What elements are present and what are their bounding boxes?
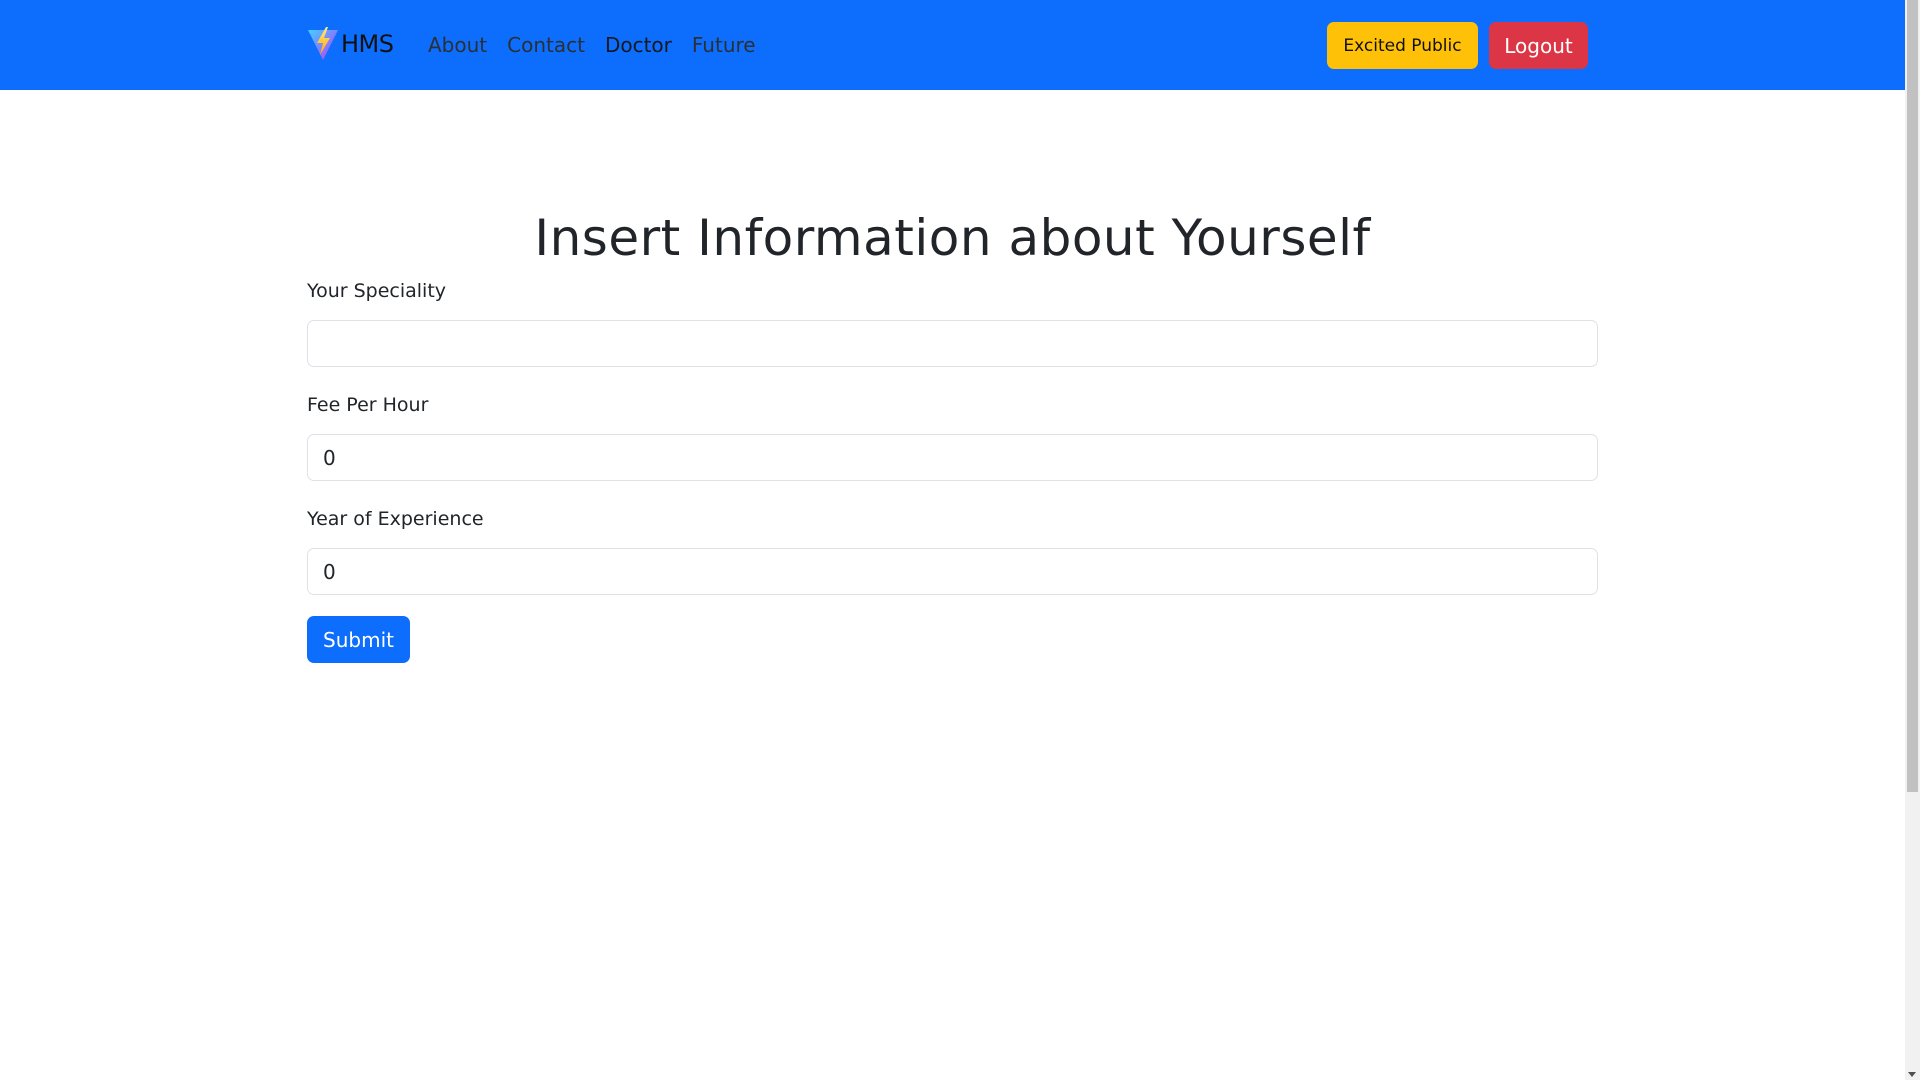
scroll-down-arrow-icon[interactable] <box>1908 1072 1916 1077</box>
page-title: Insert Information about Yourself <box>534 209 1371 267</box>
user-button[interactable]: Excited Public <box>1327 22 1478 69</box>
brand-text: HMS <box>341 30 394 58</box>
nav-link-contact[interactable]: Contact <box>497 33 595 57</box>
lightning-bolt-icon <box>307 27 339 61</box>
brand-logo-link[interactable]: HMS <box>307 26 394 62</box>
nav-links: About Contact Doctor Future <box>418 28 766 62</box>
submit-button[interactable]: Submit <box>307 616 410 663</box>
experience-label: Year of Experience <box>307 508 484 530</box>
experience-input[interactable] <box>307 548 1598 595</box>
speciality-input[interactable] <box>307 320 1598 367</box>
doctor-info-form: Your Speciality Fee Per Hour Year of Exp… <box>307 276 1598 663</box>
speciality-field-group: Your Speciality <box>307 276 1598 367</box>
nav-link-about[interactable]: About <box>418 33 497 57</box>
nav-link-future[interactable]: Future <box>682 33 766 57</box>
speciality-label: Your Speciality <box>307 280 447 302</box>
fee-field-group: Fee Per Hour <box>307 390 1598 481</box>
scrollbar-thumb[interactable] <box>1907 0 1918 792</box>
fee-input[interactable] <box>307 434 1598 481</box>
navbar: HMS About Contact Doctor Future Excited … <box>0 0 1905 90</box>
experience-field-group: Year of Experience <box>307 504 1598 595</box>
fee-label: Fee Per Hour <box>307 394 429 416</box>
nav-actions: Excited Public Logout <box>1327 22 1588 69</box>
main-content: Insert Information about Yourself Your S… <box>307 200 1598 663</box>
page: HMS About Contact Doctor Future Excited … <box>0 0 1920 1080</box>
logout-button[interactable]: Logout <box>1489 22 1588 69</box>
vertical-scrollbar[interactable] <box>1905 0 1920 1080</box>
nav-link-doctor[interactable]: Doctor <box>595 33 682 57</box>
